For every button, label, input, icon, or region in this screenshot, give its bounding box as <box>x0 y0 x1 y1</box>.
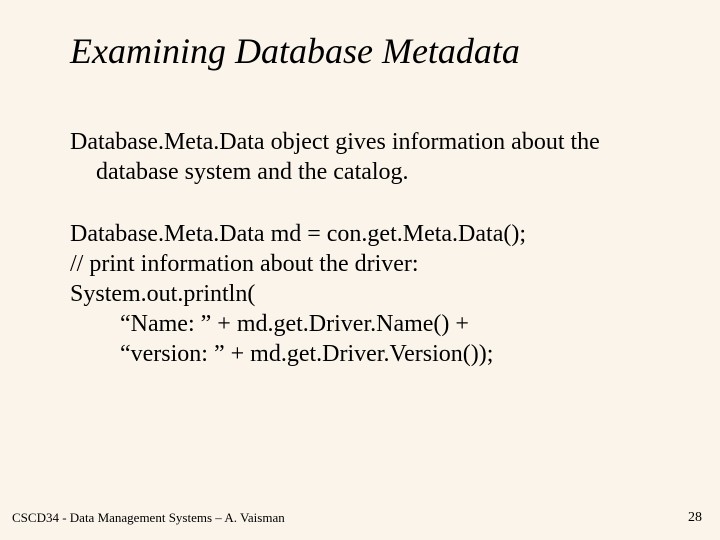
code-line: “version: ” + md.get.Driver.Version()); <box>70 339 650 369</box>
intro-paragraph: Database.Meta.Data object gives informat… <box>70 127 650 187</box>
code-line: Database.Meta.Data md = con.get.Meta.Dat… <box>70 219 650 249</box>
code-line: System.out.println( <box>70 279 650 309</box>
slide: Examining Database Metadata Database.Met… <box>0 0 720 369</box>
footer-text: CSCD34 - Data Management Systems – A. Va… <box>12 510 285 526</box>
code-line: // print information about the driver: <box>70 249 650 279</box>
slide-title: Examining Database Metadata <box>70 30 650 72</box>
page-number: 28 <box>688 510 702 526</box>
code-line: “Name: ” + md.get.Driver.Name() + <box>70 309 650 339</box>
code-block: Database.Meta.Data md = con.get.Meta.Dat… <box>70 219 650 369</box>
